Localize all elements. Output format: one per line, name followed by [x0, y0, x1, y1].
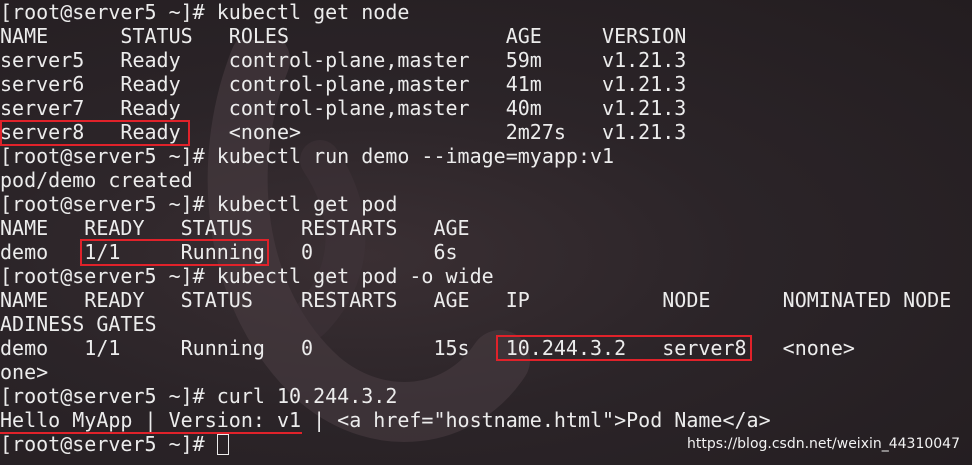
terminal-line-command: [root@server5 ~]# kubectl get pod -o wid… — [0, 264, 494, 288]
terminal-line-output: server5 Ready control-plane,master 59m v… — [0, 48, 687, 72]
terminal-line-header: NAME READY STATUS RESTARTS AGE IP NODE N… — [0, 288, 952, 312]
terminal-prompt-line[interactable]: [root@server5 ~]# — [0, 432, 229, 456]
watermark-text: https://blog.csdn.net/weixin_44310047 — [686, 436, 960, 452]
terminal-line-command: [root@server5 ~]# curl 10.244.3.2 — [0, 384, 398, 408]
text-cursor — [216, 434, 229, 455]
terminal-line-output: server7 Ready control-plane,master 40m v… — [0, 96, 687, 120]
terminal-line-command: [root@server5 ~]# kubectl run demo --ima… — [0, 144, 615, 168]
terminal-line-output: server6 Ready control-plane,master 41m v… — [0, 72, 687, 96]
terminal-line-header: NAME READY STATUS RESTARTS AGE — [0, 216, 470, 240]
terminal-line-output: pod/demo created — [0, 168, 193, 192]
terminal-window[interactable]: [root@server5 ~]# kubectl get node NAME … — [0, 0, 972, 465]
terminal-line-header: NAME STATUS ROLES AGE VERSION — [0, 24, 687, 48]
terminal-line-command: [root@server5 ~]# kubectl get node — [0, 0, 410, 24]
terminal-line-output: Hello MyApp | Version: v1 | <a href="hos… — [0, 408, 771, 432]
terminal-line-header-wrap: ADINESS GATES — [0, 312, 157, 336]
terminal-line-command: [root@server5 ~]# kubectl get pod — [0, 192, 398, 216]
terminal-prompt: [root@server5 ~]# — [0, 432, 217, 456]
terminal-line-output: demo 1/1 Running 0 15s 10.244.3.2 server… — [0, 336, 855, 360]
terminal-line-output: server8 Ready <none> 2m27s v1.21.3 — [0, 120, 687, 144]
terminal-line-output: demo 1/1 Running 0 6s — [0, 240, 458, 264]
terminal-line-output-wrap: one> — [0, 360, 49, 384]
